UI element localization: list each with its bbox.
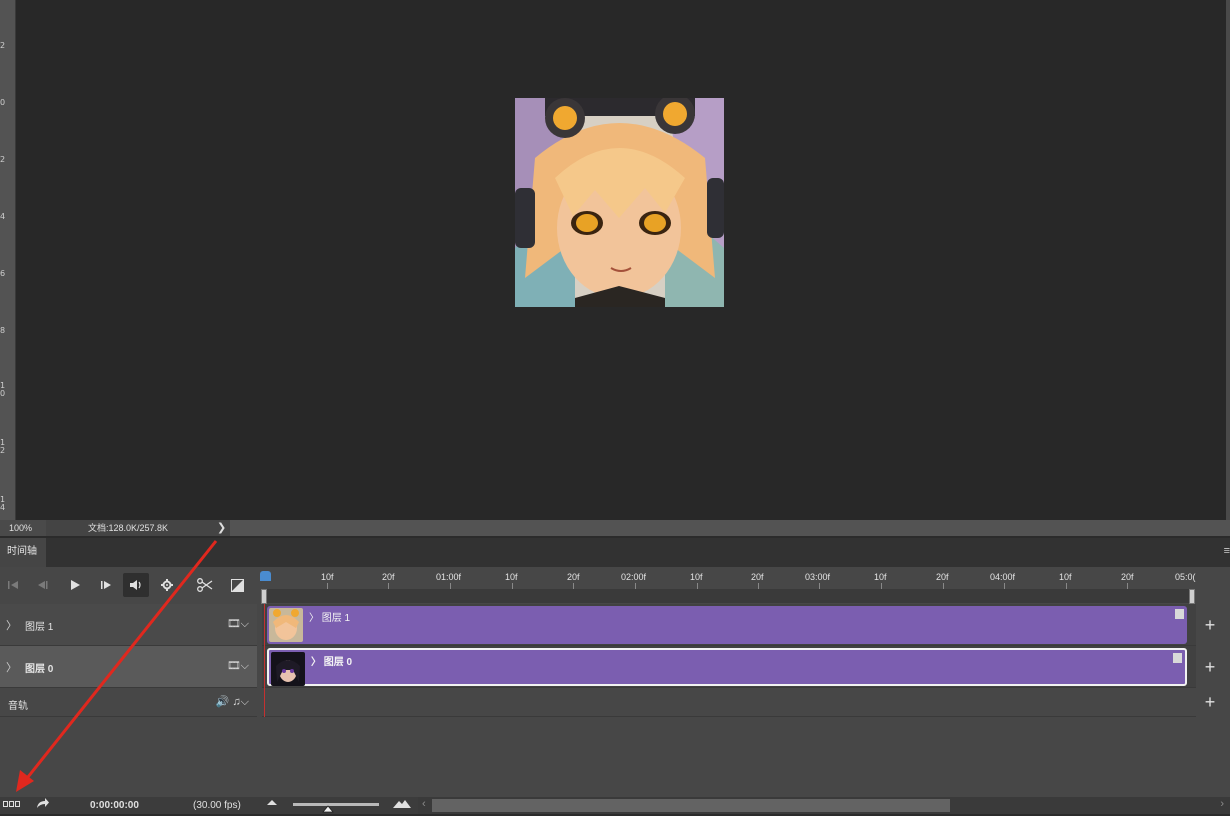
time-label: 20f [936,572,949,582]
current-time-display[interactable]: 0:00:00:00 [90,800,139,811]
clip-thumbnail [269,608,303,642]
audio-track-tools: 🔊 ♫⌵ [216,695,249,709]
clip-label: 〉 图层 0 [311,657,353,668]
timeline-body: 10f 20f 01:00f 10f 20f 02:00f 10f 20f 03… [0,567,1230,797]
track-lane-audio [262,688,1196,717]
canvas-right-edge [1226,0,1230,520]
ruler-tick-label: 6 [0,269,6,278]
work-area-start-handle[interactable] [261,589,267,604]
ruler-tick-label: 8 [0,326,6,335]
first-frame-icon[interactable] [0,573,26,597]
zoom-slider-thumb[interactable] [322,803,334,816]
render-video-icon[interactable] [36,797,50,812]
ruler-tick-label: 1 4 [0,495,6,512]
ruler-tick-label: 4 [0,212,6,221]
time-label: 03:00f [805,572,831,582]
time-label: 20f [1121,572,1134,582]
clip-end-marker-icon[interactable] [1175,609,1184,619]
frame-rate-display: (30.00 fps) [193,800,241,811]
zoom-level-field[interactable]: 100% [0,520,46,536]
clip-thumbnail [271,652,305,686]
playback-controls [0,567,257,604]
work-area-end-handle[interactable] [1189,589,1195,604]
ruler-tick-label: 2 [0,155,6,164]
zoom-in-mountain-icon[interactable] [393,796,411,812]
time-label: 01:00f [436,572,462,582]
tab-timeline[interactable]: 时间轴 [0,538,46,567]
status-menu-chevron-icon[interactable]: ❯ [217,520,226,536]
track-header-layer-0[interactable]: 〉 图层 0 🎞⌵ [0,646,257,688]
timeline-zoom-slider[interactable] [293,803,379,806]
horizontal-scrollbar[interactable]: ‹ › [418,797,1230,814]
panel-menu-icon[interactable]: ≡ [1224,545,1230,557]
transition-icon[interactable] [224,573,250,597]
track-name: 图层 0 [25,664,54,675]
add-media-button[interactable]: + [1196,604,1224,646]
film-icon[interactable]: 🎞⌵ [227,659,249,673]
document-status-bar: 100% 文档:128.0K/257.8K ❯ [0,520,1230,536]
dropdown-chevron-icon[interactable]: ⌵ [241,618,249,630]
clip-end-marker-icon[interactable] [1173,653,1182,663]
artwork-illustration [515,98,724,307]
add-audio-button[interactable]: + [1196,688,1224,717]
time-label: 20f [751,572,764,582]
track-lane-layer-0: 〉 图层 0 [262,646,1196,688]
scrollbar-thumb[interactable] [432,799,950,812]
time-label: 04:00f [990,572,1016,582]
dropdown-chevron-icon[interactable]: ⌵ [241,660,249,672]
speaker-icon[interactable]: 🔊 [216,696,230,708]
time-label: 10f [505,572,518,582]
track-lane-layer-1: 〉 图层 1 [262,604,1196,646]
ruler-tick-label: 1 0 [0,381,6,398]
panel-tab-bar: 时间轴 ≡ [0,538,1230,567]
scissors-icon[interactable] [192,573,218,597]
track-name: 音轨 [8,701,28,712]
timeline-panel: 时间轴 ≡ 10f 20f 01:00f 10f 20f 02:00f 10f … [0,538,1230,814]
audio-icon[interactable] [123,573,149,597]
scroll-right-chevron-icon[interactable]: › [1220,798,1224,810]
dropdown-chevron-icon[interactable]: ⌵ [241,696,249,708]
clip-layer-0[interactable]: 〉 图层 0 [267,648,1187,686]
expand-chevron-icon[interactable]: 〉 [6,617,17,633]
expand-chevron-icon[interactable]: 〉 [6,659,17,675]
ruler-tick-label: 0 [0,98,6,107]
film-icon[interactable]: 🎞⌵ [227,617,249,631]
ruler-tick-label: 1 2 [0,438,6,455]
music-note-icon[interactable]: ♫ [232,696,240,708]
convert-to-frame-animation-icon[interactable] [3,798,25,813]
document-size-info: 文档:128.0K/257.8K [46,520,230,536]
time-label: 10f [874,572,887,582]
track-header-audio[interactable]: 音轨 🔊 ♫⌵ [0,688,257,717]
track-name: 图层 1 [25,622,54,633]
work-area-bar[interactable] [261,589,1195,603]
time-label: 10f [321,572,334,582]
play-icon[interactable] [62,573,88,597]
scroll-left-chevron-icon[interactable]: ‹ [422,798,426,810]
vertical-ruler: 2 0 2 4 6 8 1 0 1 2 1 4 [0,0,16,520]
time-label: 20f [567,572,580,582]
time-label: 02:00f [621,572,647,582]
clip-label: 〉 图层 1 [309,613,351,624]
playhead-line [264,604,265,717]
zoom-out-mountain-icon[interactable] [266,797,278,810]
time-label: 10f [690,572,703,582]
time-label: 10f [1059,572,1072,582]
track-header-layer-1[interactable]: 〉 图层 1 🎞⌵ [0,604,257,646]
gear-icon[interactable] [154,573,180,597]
add-media-button[interactable]: + [1196,646,1224,688]
playhead-handle[interactable] [260,571,271,581]
clip-layer-1[interactable]: 〉 图层 1 [267,606,1187,644]
document-canvas-area[interactable]: 2 0 2 4 6 8 1 0 1 2 1 4 [0,0,1230,520]
next-frame-icon[interactable] [93,573,119,597]
timeline-bottom-bar: 0:00:00:00 (30.00 fps) ‹ › [0,797,1230,814]
ruler-tick-label: 2 [0,41,6,50]
time-ruler[interactable]: 10f 20f 01:00f 10f 20f 02:00f 10f 20f 03… [257,567,1230,604]
previous-frame-icon[interactable] [30,573,56,597]
time-label: 05:0( [1175,572,1196,582]
time-label: 20f [382,572,395,582]
artwork-image-anime-girl-goggles[interactable] [515,98,724,307]
